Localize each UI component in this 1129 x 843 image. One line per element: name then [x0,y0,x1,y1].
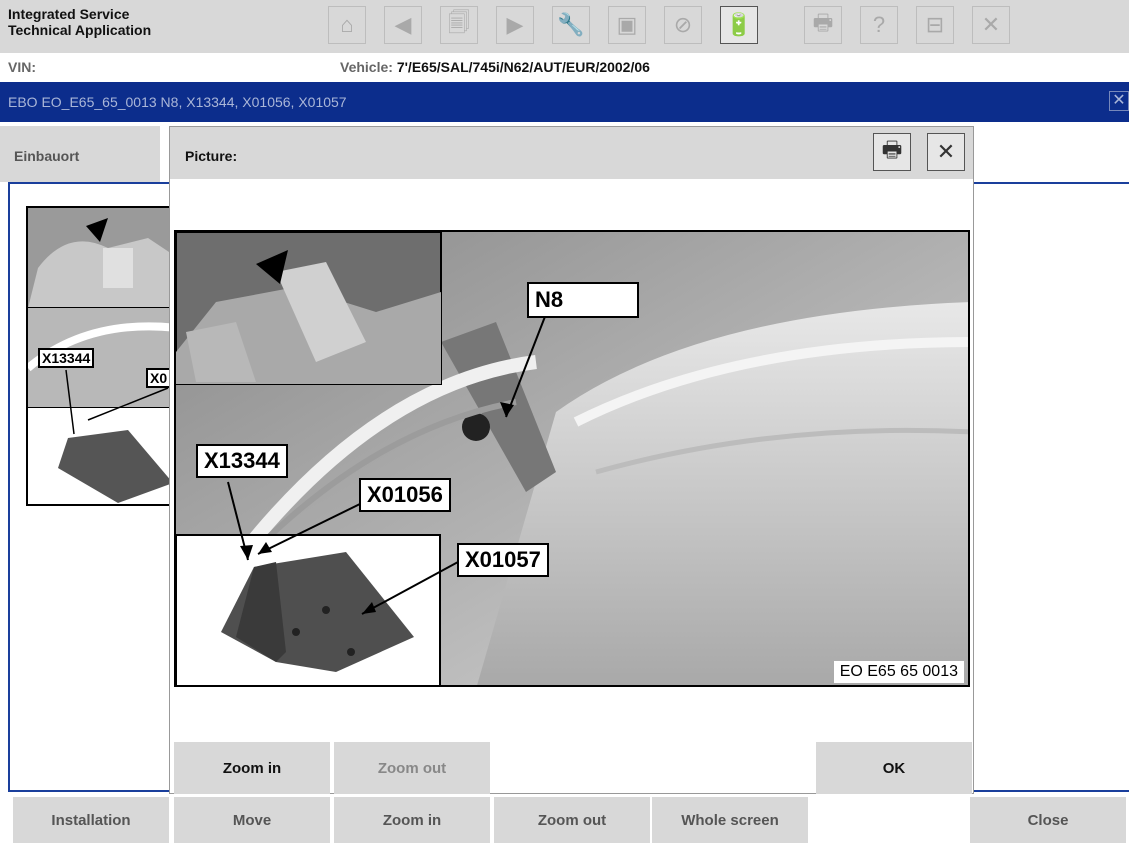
compare-icon[interactable]: ▣ [608,6,646,44]
ebo-close-icon[interactable]: ✕ [1109,91,1129,111]
tab-einbauort[interactable]: Einbauort [0,126,160,182]
whole-screen-button[interactable]: Whole screen [652,797,808,843]
installation-picture: N8 X13344 X01056 X01057 EO E65 65 0013 [174,230,970,687]
battery-icon[interactable]: 🔋 [720,6,758,44]
installation-button[interactable]: Installation [13,797,169,843]
help-icon[interactable]: ? [860,6,898,44]
dialog-title: Picture: [185,148,238,164]
picture-dialog: Picture: 🖶 ✕ N8 X13344 X01056 X01057 EO … [169,126,974,794]
ebo-title: EBO EO_E65_65_0013 N8, X13344, X01056, X… [8,94,347,110]
bottom-zoom-in-button[interactable]: Zoom in [334,797,490,843]
figure-code: EO E65 65 0013 [833,661,964,683]
dialog-close-icon[interactable]: ✕ [927,133,965,171]
installation-thumbnail: X13344 X0 [26,206,176,506]
back-icon[interactable]: ◀ [384,6,422,44]
top-toolbar: Integrated Service Technical Application… [0,0,1129,53]
callout-x13344: X13344 [196,444,288,478]
vehicle-label-text: Vehicle: [340,59,397,75]
ebo-title-bar: EBO EO_E65_65_0013 N8, X13344, X01056, X… [0,82,1129,122]
callout-x01056: X01056 [359,478,451,512]
print-icon[interactable]: 🖶 [804,6,842,44]
documents-icon[interactable]: 🗐 [440,6,478,44]
callout-n8: N8 [527,282,639,318]
print-icon[interactable]: 🖶 [873,133,911,171]
vin-label: VIN: [8,59,36,75]
forward-icon[interactable]: ▶ [496,6,534,44]
app-title: Integrated Service Technical Application [8,6,152,38]
callout-x01057: X01057 [457,543,549,577]
zoom-out-button[interactable]: Zoom out [334,742,490,794]
ok-button[interactable]: OK [816,742,972,794]
wrench-icon[interactable]: 🔧 [552,6,590,44]
close-icon[interactable]: ✕ [972,6,1010,44]
connector-icon[interactable]: ⊘ [664,6,702,44]
vehicle-value: 7'/E65/SAL/745i/N62/AUT/EUR/2002/06 [396,59,650,75]
thumb-callout-x13344: X13344 [38,348,95,368]
vehicle-label: Vehicle: 7'/E65/SAL/745i/N62/AUT/EUR/200… [340,59,650,75]
move-button[interactable]: Move [174,797,330,843]
thumb-callout-x01056: X0 [146,368,172,388]
home-icon[interactable]: ⌂ [328,6,366,44]
close-button[interactable]: Close [970,797,1126,843]
minimize-icon[interactable]: ⊟ [916,6,954,44]
bottom-zoom-out-button[interactable]: Zoom out [494,797,650,843]
dialog-header: Picture: 🖶 ✕ [170,127,973,179]
vehicle-info-row: VIN: Vehicle: 7'/E65/SAL/745i/N62/AUT/EU… [0,53,1129,82]
zoom-in-button[interactable]: Zoom in [174,742,330,794]
